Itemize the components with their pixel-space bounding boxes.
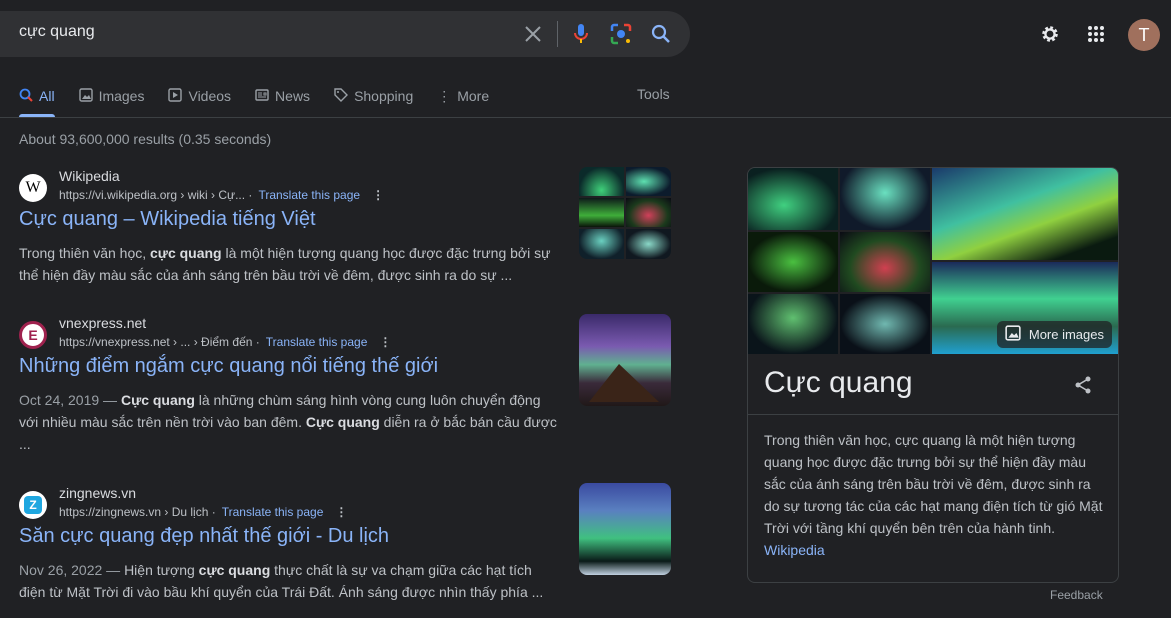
translate-link[interactable]: Translate this page xyxy=(266,335,368,349)
result-site-name[interactable]: Wikipedia xyxy=(59,168,120,184)
search-input[interactable] xyxy=(19,23,499,41)
apps-grid-icon[interactable] xyxy=(1084,22,1108,46)
divider xyxy=(748,414,1118,415)
result-title-link[interactable]: Săn cực quang đẹp nhất thế giới - Du lịc… xyxy=(19,525,389,548)
description-text: Trong thiên văn học, cực quang là một hi… xyxy=(764,432,1103,536)
result-snippet: Trong thiên văn học, cực quang là một hi… xyxy=(19,242,559,286)
result-site-name[interactable]: vnexpress.net xyxy=(59,315,146,331)
result-url[interactable]: https://zingnews.vn › Du lịch · Translate… xyxy=(59,505,347,519)
result-thumbnail[interactable] xyxy=(579,483,671,575)
snippet-bold: cực quang xyxy=(150,245,222,261)
snippet-bold: Cực quang xyxy=(305,414,380,430)
news-icon xyxy=(255,88,269,105)
translate-link[interactable]: Translate this page xyxy=(222,505,324,519)
snippet-bold: Cực quang xyxy=(120,392,195,408)
search-box[interactable] xyxy=(0,11,690,57)
tools-button[interactable]: Tools xyxy=(637,86,670,102)
result-title-link[interactable]: Những điểm ngắm cực quang nổi tiếng thế … xyxy=(19,355,438,378)
snippet-text: Hiện tượng xyxy=(124,562,199,578)
result-thumbnail[interactable] xyxy=(579,314,671,406)
tab-videos[interactable]: Videos xyxy=(168,86,231,106)
divider xyxy=(557,21,558,47)
play-icon xyxy=(168,87,183,105)
result-snippet: Nov 26, 2022 — Hiện tượng cực quang thực… xyxy=(19,559,559,603)
image-icon xyxy=(1005,325,1021,344)
tab-label: More xyxy=(457,88,490,104)
header-divider xyxy=(0,117,1171,118)
more-options-icon[interactable]: ⋮ xyxy=(372,188,384,202)
source-link[interactable]: Wikipedia xyxy=(764,539,1109,561)
clear-icon[interactable] xyxy=(521,22,545,46)
wikipedia-favicon: W xyxy=(19,174,47,202)
tab-more[interactable]: ⋮ More xyxy=(437,86,489,106)
snippet-text: Trong thiên văn học, xyxy=(19,245,151,261)
image-gallery[interactable]: More images xyxy=(748,168,1118,354)
result-url[interactable]: https://vi.wikipedia.org › wiki › Cự... … xyxy=(59,188,384,202)
avatar[interactable]: T xyxy=(1128,19,1160,51)
tab-label: Images xyxy=(98,88,145,104)
more-images-label: More images xyxy=(1028,327,1104,342)
search-icon[interactable] xyxy=(649,22,673,46)
translate-link[interactable]: Translate this page xyxy=(258,188,360,202)
url-text: https://zingnews.vn › Du lịch xyxy=(59,505,209,519)
result-url[interactable]: https://vnexpress.net › ... › Điểm đến ·… xyxy=(59,335,391,349)
result-snippet: Oct 24, 2019 — Cực quang là những chùm s… xyxy=(19,389,559,455)
favicon-letter: Z xyxy=(24,496,42,514)
microphone-icon[interactable] xyxy=(569,22,593,46)
tag-icon xyxy=(334,87,349,105)
result-title-link[interactable]: Cực quang – Wikipedia tiếng Việt xyxy=(19,208,316,231)
more-vert-icon: ⋮ xyxy=(437,87,452,104)
tab-label: All xyxy=(39,88,55,104)
result-thumbnail[interactable] xyxy=(579,167,671,259)
feedback-link[interactable]: Feedback xyxy=(1050,588,1103,602)
more-options-icon[interactable]: ⋮ xyxy=(335,505,347,519)
url-text: https://vi.wikipedia.org › wiki › Cự... xyxy=(59,188,246,202)
more-images-button[interactable]: More images xyxy=(996,321,1112,348)
settings-gear-icon[interactable] xyxy=(1038,22,1062,46)
tab-label: News xyxy=(275,88,311,104)
result-site-name[interactable]: zingnews.vn xyxy=(59,485,136,501)
zingnews-favicon: Z xyxy=(19,491,47,519)
knowledge-panel: More images Cực quang Trong thiên văn họ… xyxy=(747,167,1119,583)
date: Nov 26, 2022 — xyxy=(19,562,125,578)
search-icon xyxy=(19,88,33,105)
tab-news[interactable]: News xyxy=(255,86,310,106)
panel-description: Trong thiên văn học, cực quang là một hi… xyxy=(764,429,1109,561)
lens-icon[interactable] xyxy=(609,22,633,46)
share-icon[interactable] xyxy=(1073,375,1093,400)
tab-images[interactable]: Images xyxy=(78,86,145,106)
snippet-bold: cực quang xyxy=(198,562,271,578)
image-icon xyxy=(78,87,93,105)
vnexpress-favicon: E xyxy=(19,321,47,349)
search-tabs: All Images Videos News Shopping ⋮ More xyxy=(19,86,513,106)
more-options-icon[interactable]: ⋮ xyxy=(379,335,391,349)
tab-all[interactable]: All xyxy=(19,86,55,106)
tab-shopping[interactable]: Shopping xyxy=(334,86,413,106)
panel-title: Cực quang xyxy=(764,366,913,399)
result-count: About 93,600,000 results (0.35 seconds) xyxy=(19,131,272,147)
tab-label: Videos xyxy=(188,88,232,104)
tab-label: Shopping xyxy=(354,88,414,104)
date: Oct 24, 2019 — xyxy=(19,392,121,408)
url-text: https://vnexpress.net › ... › Điểm đến xyxy=(59,335,253,349)
